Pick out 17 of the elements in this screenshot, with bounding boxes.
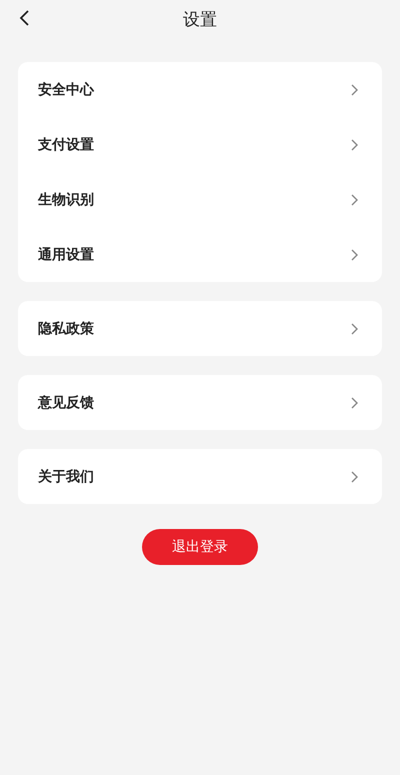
chevron-right-icon bbox=[351, 396, 358, 408]
chevron-right-icon bbox=[351, 84, 358, 96]
page-title: 设置 bbox=[183, 8, 217, 30]
settings-item[interactable]: 支付设置 bbox=[18, 117, 382, 172]
chevron-right-icon bbox=[351, 194, 358, 206]
settings-item[interactable]: 安全中心 bbox=[18, 62, 382, 117]
chevron-right-icon bbox=[351, 138, 358, 150]
settings-item[interactable]: 关于我们 bbox=[18, 449, 382, 504]
chevron-right-icon bbox=[351, 248, 358, 260]
chevron-right-icon bbox=[351, 322, 358, 334]
chevron-right-icon bbox=[351, 470, 358, 482]
settings-item[interactable]: 隐私政策 bbox=[18, 301, 382, 356]
back-icon bbox=[19, 10, 29, 26]
logout-button[interactable]: 退出登录 bbox=[142, 529, 258, 565]
settings-item[interactable]: 生物识别 bbox=[18, 172, 382, 227]
settings-item[interactable]: 意见反馈 bbox=[18, 375, 382, 430]
settings-item[interactable]: 通用设置 bbox=[18, 227, 382, 282]
